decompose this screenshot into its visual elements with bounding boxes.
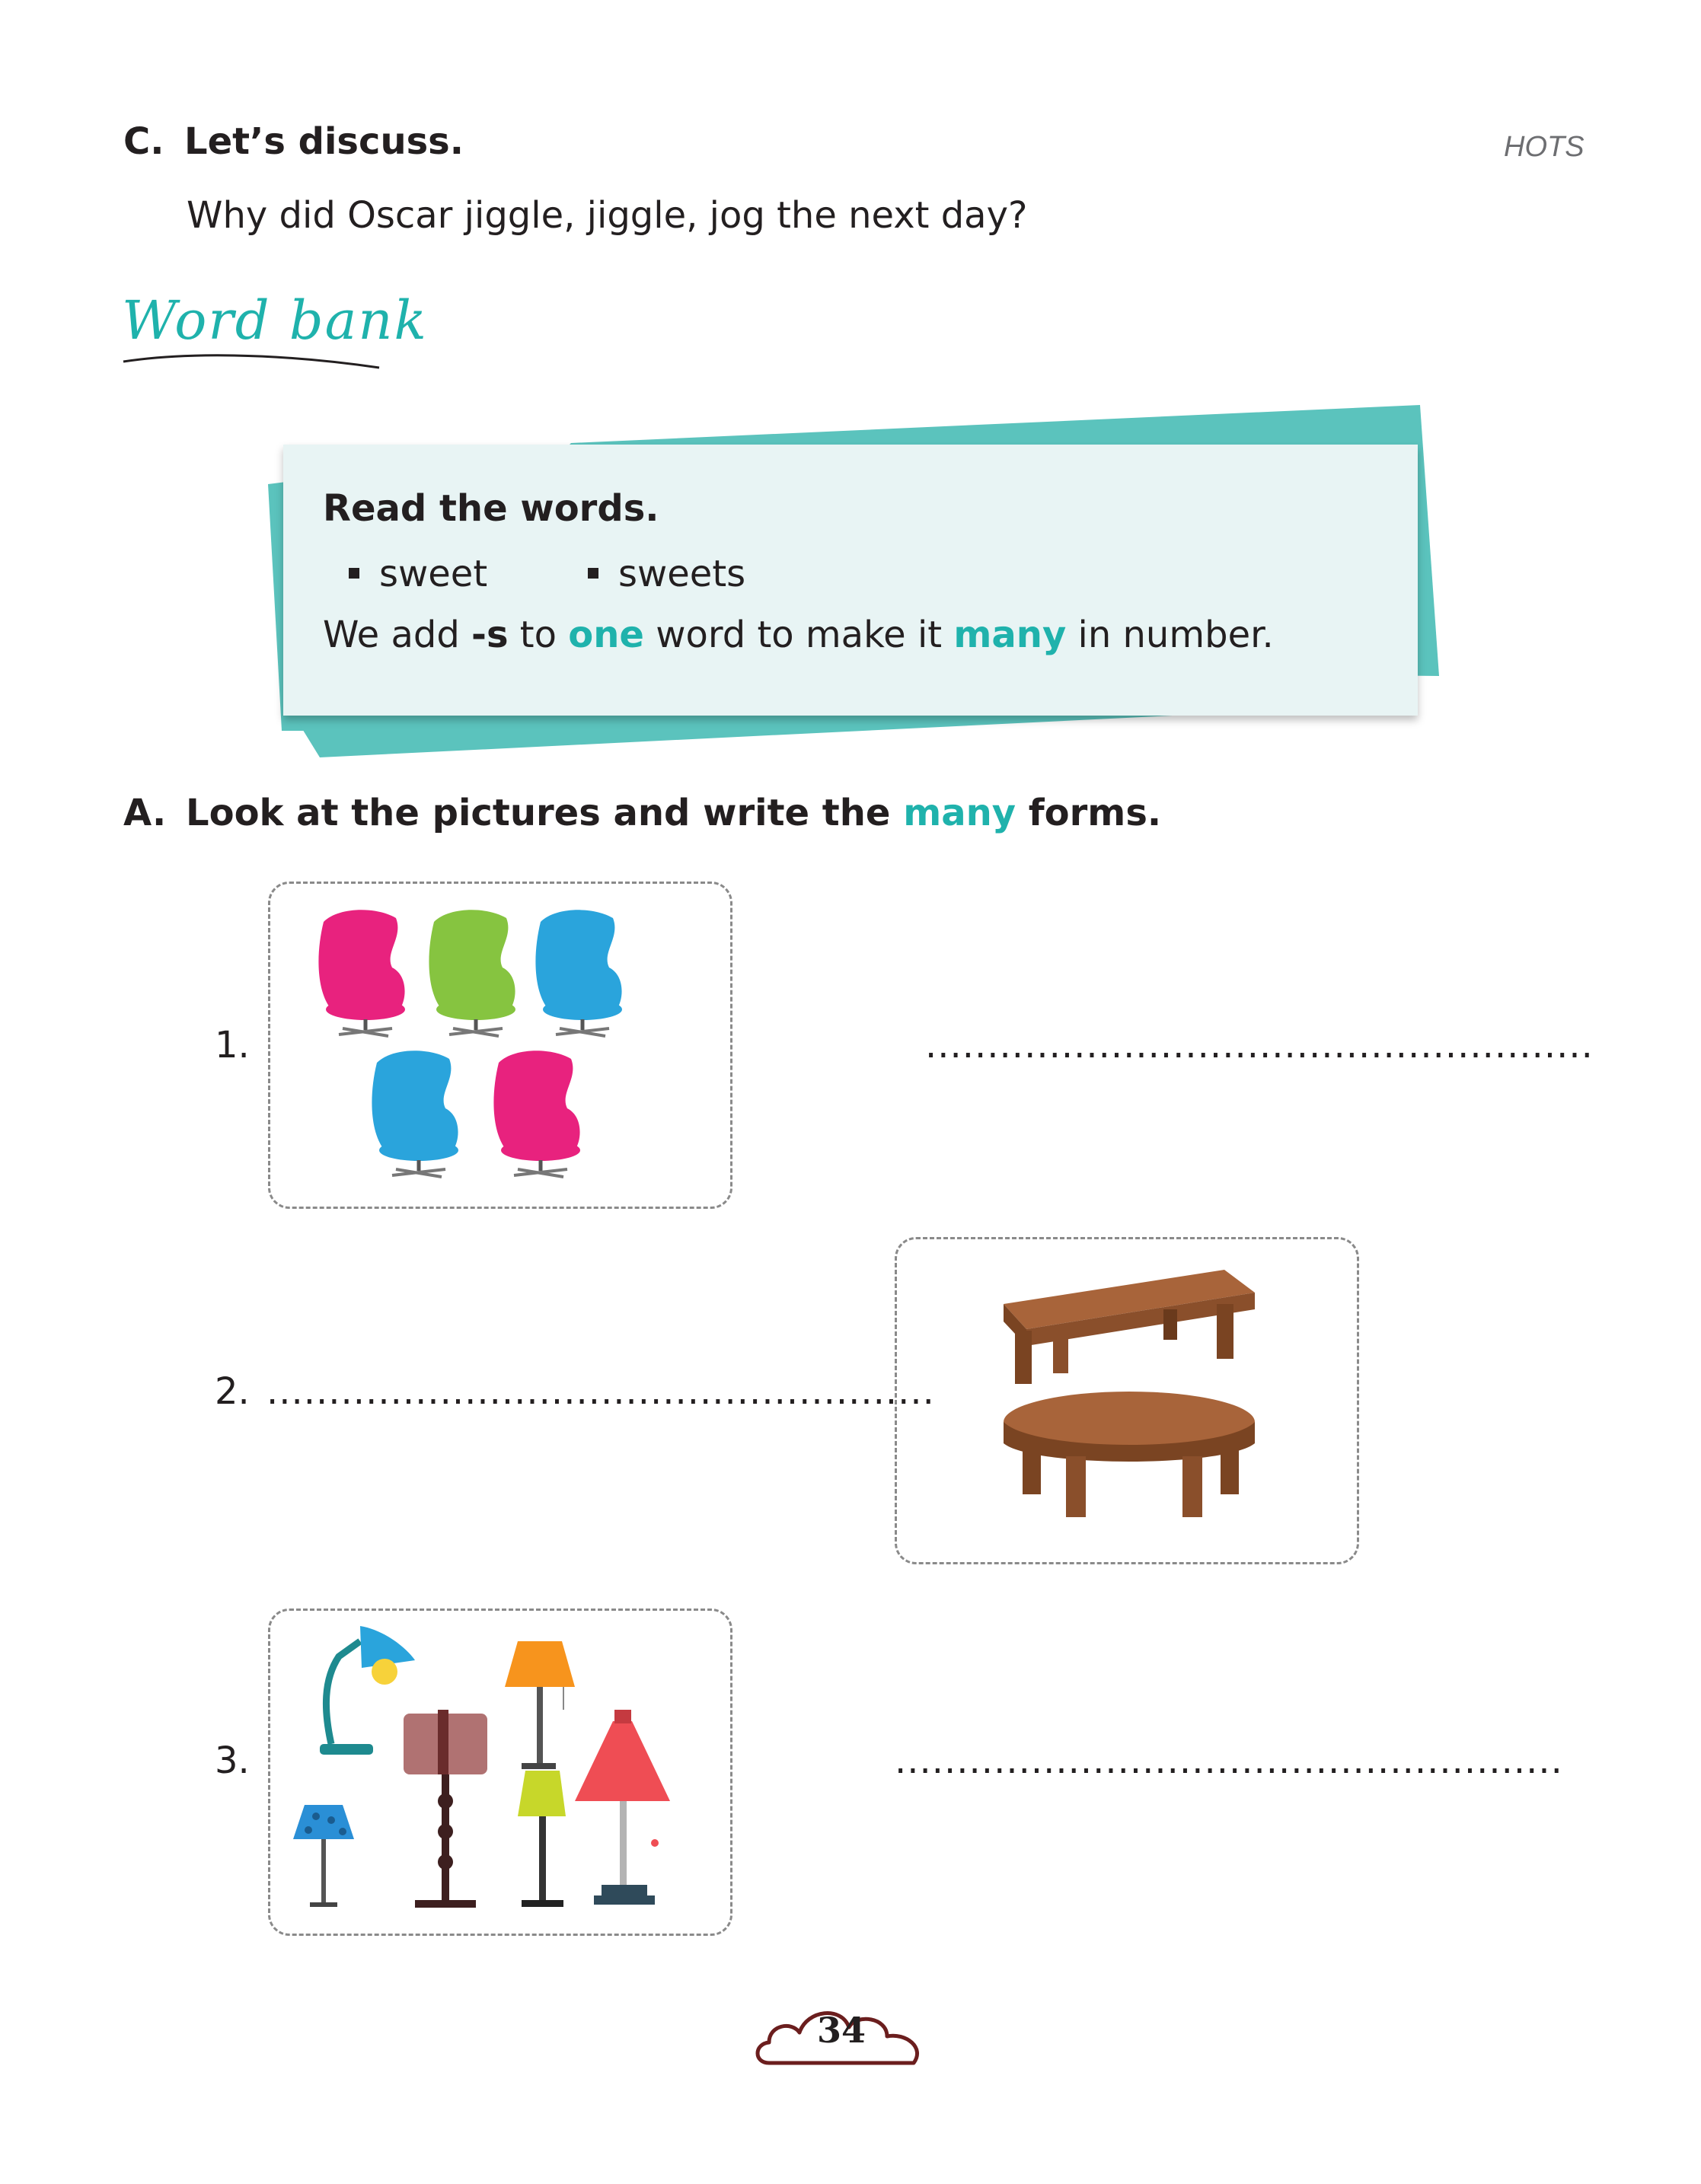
answer-line-3[interactable]: ........................................… xyxy=(895,1739,1563,1782)
orange-lamp-icon xyxy=(505,1641,575,1769)
chairs-picture-box xyxy=(268,882,732,1209)
item-number-2: 2. xyxy=(215,1370,250,1413)
word-singular: sweet xyxy=(379,553,488,595)
plural-rule-text: We add -s to one word to make it many in… xyxy=(323,614,1274,656)
square-bullet-icon xyxy=(349,568,359,579)
round-table-icon xyxy=(1004,1392,1255,1517)
page-number: 34 xyxy=(816,2010,866,2051)
word-bank-instruction: Read the words. xyxy=(323,487,659,530)
discussion-question: Why did Oscar jiggle, jiggle, jog the ne… xyxy=(187,194,1028,237)
rule-text-2: to xyxy=(508,614,569,656)
item-number-3: 3. xyxy=(215,1739,250,1782)
chairs-picture xyxy=(270,884,730,1207)
section-a-title-2: forms. xyxy=(1016,792,1162,834)
brown-floor-lamp-icon xyxy=(404,1710,487,1908)
lamps-picture-box xyxy=(268,1609,732,1936)
rule-text-4: in number. xyxy=(1066,614,1274,656)
section-c-label: C. xyxy=(123,120,164,163)
rule-highlight-many: many xyxy=(953,614,1067,656)
hots-tag: HOTS xyxy=(1504,131,1585,163)
section-c-heading: C. Let’s discuss. xyxy=(123,120,464,163)
blue-dotted-lamp-icon xyxy=(293,1805,354,1907)
word-bank-card: Read the words. sweet sweets We add -s t… xyxy=(283,445,1418,716)
pink-chair-icon xyxy=(493,1051,580,1177)
section-a-title-many: many xyxy=(903,792,1016,834)
section-a-label: A. xyxy=(123,792,167,834)
word-bank-underline xyxy=(123,354,380,369)
blue-chair-icon xyxy=(535,910,622,1036)
section-c-title: Let’s discuss. xyxy=(184,120,464,163)
green-chair-icon xyxy=(429,910,515,1036)
answer-line-2[interactable]: ........................................… xyxy=(266,1370,935,1413)
lamps-picture xyxy=(293,1626,670,1908)
rule-highlight-one: one xyxy=(568,614,644,656)
item-number-1: 1. xyxy=(215,1024,250,1066)
section-a-title-1: Look at the pictures and write the xyxy=(186,792,904,834)
blue-chair-icon xyxy=(372,1051,458,1177)
desk-lamp-icon xyxy=(320,1626,415,1755)
tables-picture xyxy=(1004,1270,1255,1517)
answer-line-1[interactable]: ........................................… xyxy=(925,1024,1594,1066)
red-lamp-icon xyxy=(575,1710,670,1905)
rule-text-3: word to make it xyxy=(643,614,954,656)
section-a-heading: A. Look at the pictures and write the man… xyxy=(123,792,1161,834)
pink-chair-icon xyxy=(318,910,405,1036)
rule-text-1: We add xyxy=(323,614,472,656)
square-bullet-icon xyxy=(588,568,598,579)
word-plural: sweets xyxy=(618,553,746,595)
word-bank-title: Word bank xyxy=(122,289,428,352)
lime-lamp-icon xyxy=(518,1771,566,1907)
word-bank-word-1: sweet xyxy=(349,553,487,595)
tables-picture-box xyxy=(895,1237,1359,1564)
word-bank-word-2: sweets xyxy=(588,553,745,595)
rectangular-table-icon xyxy=(1004,1270,1255,1384)
rule-suffix: -s xyxy=(471,614,509,656)
